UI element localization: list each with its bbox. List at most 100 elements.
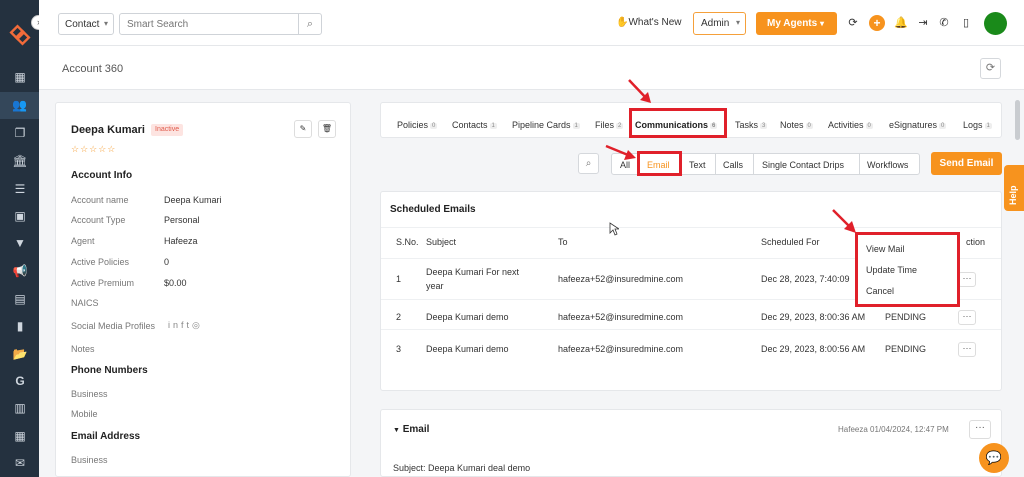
linkedin-icon[interactable]: in (168, 320, 181, 330)
my-agents-label: My Agents (767, 18, 818, 29)
filter-icon[interactable]: ▼ (12, 235, 28, 251)
delete-icon[interactable]: 🗑 (318, 120, 336, 138)
row-actions-button[interactable]: ··· (958, 310, 976, 325)
tab-logs[interactable]: Logs 1 (963, 120, 992, 130)
cell-status: PENDING (885, 344, 927, 354)
logout-icon[interactable]: ⇥ (915, 15, 931, 31)
tab-label: Logs (963, 120, 983, 130)
menu-item-cancel[interactable]: Cancel (866, 286, 894, 296)
page-title: Account 360 (62, 63, 124, 75)
whats-new-link[interactable]: ✋What's New (616, 17, 682, 28)
tab-activities[interactable]: Activities 0 (828, 120, 873, 130)
admin-select-value: Admin (701, 18, 730, 29)
search-icon[interactable]: ⌕ (298, 13, 322, 35)
rating-stars[interactable]: ☆☆☆☆☆ (71, 144, 116, 155)
email-highlight (637, 151, 682, 176)
column-header: To (558, 237, 568, 247)
tab-label: eSignatures (889, 120, 938, 130)
list-icon[interactable]: ☰ (12, 181, 28, 197)
chevron-down-icon: ▾ (735, 18, 740, 27)
tab-files[interactable]: Files 2 (595, 120, 624, 130)
mobile-icon[interactable]: ▯ (958, 15, 974, 31)
email-subject: Subject: Deepa Kumari deal demo (393, 463, 531, 473)
row-actions-button[interactable]: ··· (958, 272, 976, 287)
google-icon[interactable]: G (12, 373, 28, 389)
page-header: Account 360 ⟳ (39, 46, 1024, 90)
accounts-icon[interactable]: 👥 (0, 92, 39, 119)
add-icon[interactable]: + (869, 15, 885, 31)
field-label: Active Policies (71, 257, 130, 267)
tab-label: Activities (828, 120, 864, 130)
table-row: 3 Deepa Kumari demo hafeeza+52@insuredmi… (381, 329, 1001, 370)
bell-icon[interactable]: 🔔 (893, 15, 909, 31)
sync-icon[interactable]: ⟳ (845, 15, 861, 31)
field-label: Agent (71, 236, 95, 246)
cell-scheduled: Dec 28, 2023, 7:40:09 (761, 274, 850, 284)
bank-icon[interactable]: 🏛 (12, 153, 28, 169)
phone-icon[interactable]: ✆ (936, 15, 952, 31)
chat-icon[interactable]: 💬 (979, 443, 1009, 473)
contact-card-icon[interactable]: ▣ (12, 208, 28, 224)
my-agents-button[interactable]: My Agents ▾ (756, 12, 837, 35)
tab-tasks[interactable]: Tasks 3 (735, 120, 768, 130)
tab-count: 1 (984, 123, 992, 129)
subtab-calls[interactable]: Calls (723, 160, 743, 170)
documents-icon[interactable]: ❐ (12, 125, 28, 141)
megaphone-icon[interactable]: 📢 (12, 263, 28, 279)
contact-select-value: Contact (65, 19, 100, 30)
subtab-single-contact-drips[interactable]: Single Contact Drips (762, 160, 844, 170)
email-card-title[interactable]: ▼ Email (393, 424, 429, 435)
calendar-icon[interactable]: ▦ (12, 428, 28, 444)
column-header: S.No. (396, 237, 419, 247)
tab-label: Pipeline Cards (512, 120, 571, 130)
folder-icon[interactable]: 📂 (12, 346, 28, 362)
top-bar: Contact ▾ ⌕ ✋What's New Admin ▾ My Agent… (39, 0, 1024, 46)
smart-search-input[interactable] (119, 13, 299, 35)
tab-notes[interactable]: Notes 0 (780, 120, 813, 130)
row-actions-button[interactable]: ··· (958, 342, 976, 357)
help-tab[interactable]: Help (1004, 165, 1024, 211)
hand-icon: ✋ (616, 17, 629, 28)
app-logo-icon[interactable] (9, 24, 31, 46)
tab-count: 0 (939, 123, 947, 129)
column-header: ction (966, 237, 986, 247)
sidebar: › ▦ 👥 ❐ 🏛 ☰ ▣ ▼ 📢 ▤ ▮ 📂 G ▥ ▦ ✉ (0, 0, 46, 477)
tab-policies[interactable]: Policies 0 (397, 120, 438, 130)
tab-pipeline-cards[interactable]: Pipeline Cards 1 (512, 120, 580, 130)
dashboard-icon[interactable]: ▦ (12, 69, 28, 85)
mobile-phone-label: Mobile (71, 409, 98, 419)
tab-count: 0 (430, 123, 438, 129)
mail-icon[interactable]: ✉ (12, 455, 28, 471)
scrollbar[interactable] (1015, 100, 1020, 140)
account-info-panel: Deepa Kumari Inactive ☆☆☆☆☆ ✎ 🗑 Account … (55, 102, 351, 477)
admin-select[interactable]: Admin ▾ (693, 12, 746, 35)
subtab-text[interactable]: Text (689, 160, 706, 170)
avatar[interactable] (984, 12, 1007, 35)
account-info-title: Account Info (71, 170, 133, 181)
send-email-button[interactable]: Send Email (931, 152, 1002, 175)
notes-icon[interactable]: ▥ (12, 400, 28, 416)
chart-icon[interactable]: ▮ (12, 318, 28, 334)
menu-item-update-time[interactable]: Update Time (866, 265, 917, 275)
chevron-down-icon: ▾ (103, 19, 108, 28)
search-icon[interactable]: ⌕ (578, 153, 599, 174)
tab-contacts[interactable]: Contacts 1 (452, 120, 497, 130)
email-card: ▼ Email Hafeeza 01/04/2024, 12:47 PM ···… (380, 409, 1002, 477)
subtab-workflows[interactable]: Workflows (867, 160, 908, 170)
file-icon[interactable]: ▤ (12, 291, 28, 307)
social-icons: inft◎ (168, 320, 203, 331)
scheduled-emails-title: Scheduled Emails (390, 204, 476, 215)
column-header: Scheduled For (761, 237, 820, 247)
globe-icon[interactable]: ◎ (192, 320, 203, 330)
tab-esignatures[interactable]: eSignatures 0 (889, 120, 947, 130)
arrow-annotation-icon (605, 144, 636, 160)
phone-numbers-title: Phone Numbers (71, 365, 148, 376)
edit-icon[interactable]: ✎ (294, 120, 312, 138)
caret-down-icon: ▼ (393, 427, 400, 434)
cell-subject: Deepa Kumari For next (426, 267, 520, 277)
refresh-icon[interactable]: ⟳ (980, 58, 1001, 79)
menu-item-view-mail[interactable]: View Mail (866, 244, 904, 254)
email-actions-button[interactable]: ··· (969, 420, 991, 439)
contact-select[interactable]: Contact ▾ (58, 13, 114, 35)
field-label: Active Premium (71, 278, 135, 288)
